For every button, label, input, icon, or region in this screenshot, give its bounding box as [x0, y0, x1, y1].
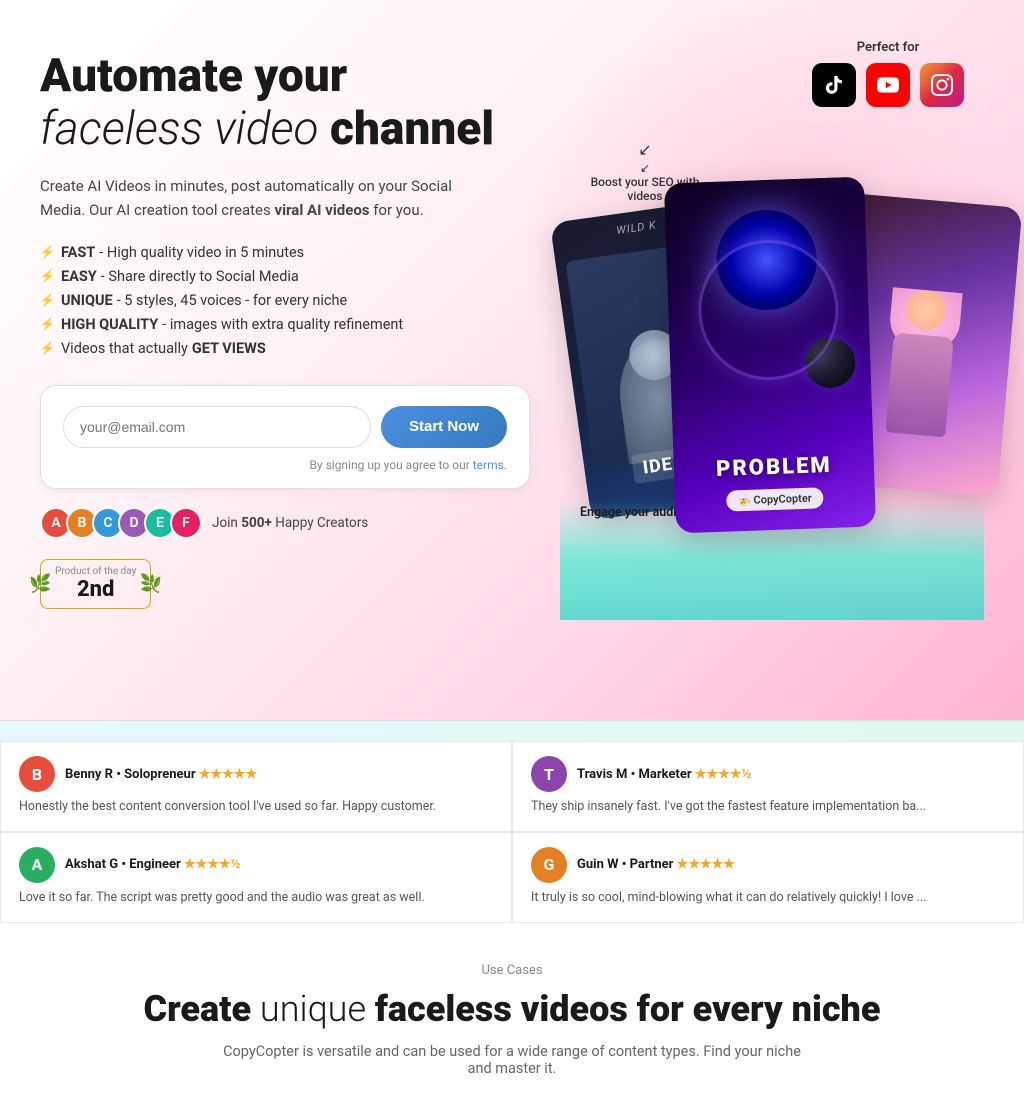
review-text: Love it so far. The script was pretty go… [19, 889, 493, 908]
copycopter-badge: 🚁 CopyCopter [726, 487, 824, 511]
headline-bold: channel [319, 102, 494, 156]
feature-quality: HIGH QUALITY - images with extra quality… [40, 316, 560, 333]
use-cases-headline: Create unique faceless videos for every … [20, 988, 1004, 1031]
stars: ★★★★½ [695, 767, 751, 782]
review-text: It truly is so cool, mind-blowing what i… [531, 889, 1005, 908]
stars: ★★★★★ [199, 767, 257, 782]
use-cases-label: Use Cases [20, 963, 1004, 978]
features-list: FAST - High quality video in 5 minutes E… [40, 244, 560, 357]
review-header: G Guin W • Partner ★★★★★ [531, 847, 1005, 883]
headline-line1: Automate your [40, 49, 347, 103]
feature-unique: UNIQUE - 5 styles, 45 voices - for every… [40, 292, 560, 309]
reviews-section: B Benny R • Solopreneur ★★★★★ Honestly t… [0, 720, 1024, 923]
review-header: A Akshat G • Engineer ★★★★½ [19, 847, 493, 883]
perfect-for: Perfect for [812, 40, 964, 107]
feature-easy: EASY - Share directly to Social Media [40, 268, 560, 285]
start-now-button[interactable]: Start Now [381, 406, 507, 448]
card-center-label: PROBLEM [716, 453, 832, 482]
reviewer-info: Travis M • Marketer ★★★★½ [577, 767, 1005, 782]
email-form-row: Start Now [63, 406, 507, 448]
reviewer-avatar: A [19, 847, 55, 883]
reviewer-name: Akshat G • Engineer ★★★★½ [65, 857, 493, 872]
hero-right-column: Perfect for [560, 40, 984, 620]
email-form-container: Start Now By signing up you agree to our… [40, 385, 530, 489]
reviewer-info: Akshat G • Engineer ★★★★½ [65, 857, 493, 872]
review-card-0: B Benny R • Solopreneur ★★★★★ Honestly t… [0, 741, 512, 832]
feature-views: Videos that actually GET VIEWS [40, 340, 560, 357]
perfect-for-label: Perfect for [812, 40, 964, 55]
social-proof: A B C D E F Join 500+ Happy Creators [40, 507, 560, 539]
reviewer-name: Guin W • Partner ★★★★★ [577, 857, 1005, 872]
hero-description: Create AI Videos in minutes, post automa… [40, 174, 460, 222]
review-card-2: A Akshat G • Engineer ★★★★½ Love it so f… [0, 832, 512, 923]
reviewer-info: Guin W • Partner ★★★★★ [577, 857, 1005, 872]
use-cases-description: CopyCopter is versatile and can be used … [212, 1043, 812, 1077]
hero-left-column: Automate your faceless video channel Cre… [40, 40, 560, 620]
review-text: Honestly the best content conversion too… [19, 798, 493, 817]
pod-label: Product of the day [55, 566, 136, 577]
reviewer-avatar: T [531, 756, 567, 792]
review-card-3: G Guin W • Partner ★★★★★ It truly is so … [512, 832, 1024, 923]
avatar-group: A B C D E F [40, 507, 202, 539]
reviewer-avatar: G [531, 847, 567, 883]
reviewer-name: Travis M • Marketer ★★★★½ [577, 767, 1005, 782]
stars: ★★★★½ [184, 857, 240, 872]
pod-rank: 2nd [77, 577, 114, 602]
reviewer-avatar: B [19, 756, 55, 792]
reviewer-info: Benny R • Solopreneur ★★★★★ [65, 767, 493, 782]
review-card-1: T Travis M • Marketer ★★★★½ They ship in… [512, 741, 1024, 832]
social-proof-text: Join 500+ Happy Creators [212, 515, 368, 531]
product-of-day-badge: Product of the day 2nd [40, 559, 151, 609]
terms-link[interactable]: terms. [473, 458, 507, 472]
video-card-center: PROBLEM 🚁 CopyCopter [664, 177, 876, 534]
stars: ★★★★★ [677, 857, 735, 872]
form-terms: By signing up you agree to our terms. [63, 458, 507, 472]
review-header: B Benny R • Solopreneur ★★★★★ [19, 756, 493, 792]
video-cards-area: ↙ Boost your SEO with videos WILD K [560, 100, 984, 620]
reviewer-name: Benny R • Solopreneur ★★★★★ [65, 767, 493, 782]
email-input[interactable] [63, 406, 371, 448]
review-text: They ship insanely fast. I've got the fa… [531, 798, 1005, 817]
use-cases-section: Use Cases Create unique faceless videos … [0, 923, 1024, 1097]
avatar: F [170, 507, 202, 539]
headline-light: faceless video [40, 102, 319, 156]
hero-headline: Automate your faceless video channel [40, 50, 560, 156]
feature-fast: FAST - High quality video in 5 minutes [40, 244, 560, 261]
reviews-grid: B Benny R • Solopreneur ★★★★★ Honestly t… [0, 741, 1024, 923]
hero-section: Automate your faceless video channel Cre… [0, 0, 1024, 720]
review-header: T Travis M • Marketer ★★★★½ [531, 756, 1005, 792]
